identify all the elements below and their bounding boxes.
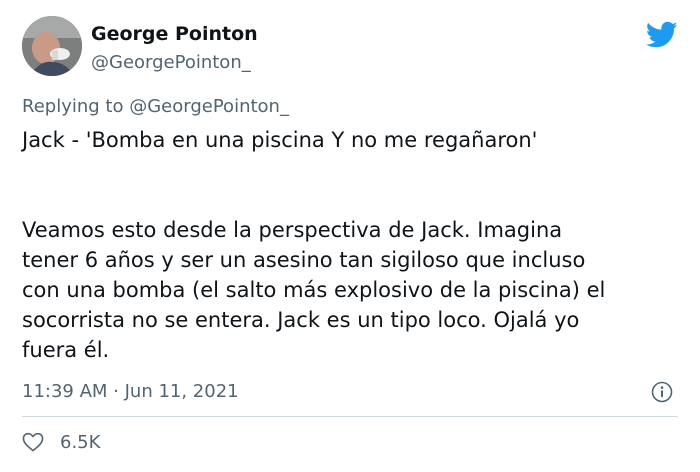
heart-icon	[22, 432, 44, 452]
replying-handle-link[interactable]: @GeorgePointon_	[129, 96, 289, 117]
replying-to: Replying to @GeorgePointon_	[22, 96, 289, 117]
tweet-timestamp[interactable]: 11:39 AM · Jun 11, 2021	[22, 381, 239, 402]
avatar[interactable]	[22, 16, 82, 76]
like-count: 6.5K	[60, 431, 101, 453]
info-icon[interactable]	[651, 381, 673, 403]
tweet-line-1: Jack - 'Bomba en una piscina Y no me reg…	[22, 128, 538, 152]
like-button[interactable]: 6.5K	[22, 428, 100, 456]
tweet-body-line: con una bomba (el salto más explosivo de…	[22, 278, 606, 302]
author-handle[interactable]: @GeorgePointon_	[91, 52, 251, 73]
tweet-body-line: socorrista no se entera. Jack es un tipo…	[22, 308, 580, 332]
tweet-text: Jack - 'Bomba en una piscina Y no me reg…	[22, 125, 682, 365]
tweet-body-line: fuera él.	[22, 338, 110, 362]
twitter-bird-icon[interactable]	[645, 21, 678, 49]
replying-prefix: Replying to	[22, 96, 124, 117]
avatar-photo	[22, 16, 82, 76]
tweet-body-line: tener 6 años y ser un asesino tan sigilo…	[22, 248, 586, 272]
tweet-body-line: Veamos esto desde la perspectiva de Jack…	[22, 218, 563, 242]
divider	[22, 416, 678, 417]
author-name[interactable]: George Pointon	[91, 23, 258, 45]
